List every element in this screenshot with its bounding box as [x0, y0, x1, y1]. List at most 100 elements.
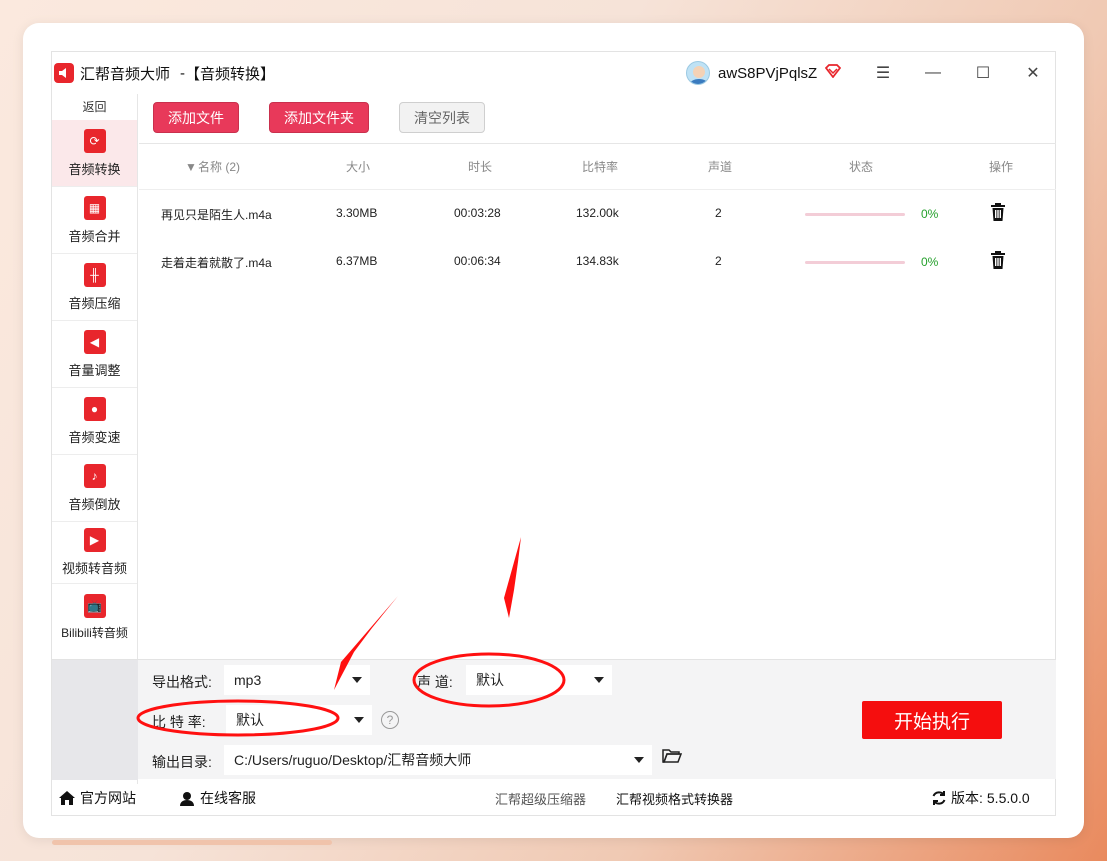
chevron-down-icon — [634, 757, 644, 763]
channel-select[interactable]: 默认 — [466, 665, 612, 695]
video-converter-link[interactable]: 汇帮视频格式转换器 — [616, 789, 733, 808]
column-header-channel: 声道 — [708, 160, 733, 174]
output-label: 输出目录: — [152, 754, 212, 770]
official-website-link[interactable]: 官方网站 — [58, 788, 136, 808]
close-icon[interactable]: ✕ — [1019, 60, 1047, 86]
format-select[interactable]: mp3 — [224, 665, 370, 695]
app-name: 汇帮音频大师 — [80, 65, 171, 83]
file-name: 再见只是陌生人.m4a — [161, 208, 272, 222]
progress-bar — [805, 261, 905, 264]
sidebar-item-bilibili[interactable]: 📺 Bilibili转音频 — [52, 584, 137, 651]
volume-adjust-icon: ◀ — [83, 329, 106, 354]
settings-left-gutter — [52, 660, 138, 780]
channel-value: 默认 — [476, 672, 504, 688]
file-channel: 2 — [715, 206, 722, 220]
column-header-name[interactable]: 名称 (2) — [198, 158, 240, 175]
chevron-down-icon — [354, 717, 364, 723]
online-service-link[interactable]: 在线客服 — [178, 788, 256, 808]
column-header-bitrate: 比特率 — [582, 160, 619, 174]
progress-percent: 0% — [921, 207, 939, 221]
refresh-icon — [932, 791, 946, 805]
sidebar-item-label: Bilibili转音频 — [61, 626, 128, 640]
file-bitrate: 132.00k — [576, 206, 619, 220]
sidebar-item-label: 音频合并 — [68, 228, 121, 244]
home-icon — [59, 791, 75, 805]
headset-icon — [180, 792, 194, 806]
menu-icon[interactable]: ☰ — [869, 60, 897, 86]
speaker-logo-icon — [54, 63, 74, 83]
bilibili-icon: 📺 — [83, 594, 106, 618]
back-button[interactable]: 返回 — [52, 94, 137, 120]
column-header-duration: 时长 — [468, 160, 493, 174]
sidebar-item-label: 音频压缩 — [68, 295, 121, 311]
bitrate-value: 默认 — [236, 712, 264, 728]
add-file-button[interactable]: 添加文件 — [153, 102, 239, 133]
diamond-vip-icon[interactable] — [825, 63, 842, 83]
column-header-status: 状态 — [849, 160, 874, 174]
format-value: mp3 — [234, 672, 262, 688]
sidebar-item-label: 音量调整 — [68, 362, 121, 378]
progress-bar — [805, 213, 905, 216]
bitrate-label: 比 特 率: — [152, 714, 206, 730]
table-row[interactable]: 走着走着就散了.m4a 6.37MB 00:06:34 134.83k 2 0% — [139, 238, 1056, 286]
format-label: 导出格式: — [152, 674, 212, 690]
sidebar-item-volume-adjust[interactable]: ◀ 音量调整 — [52, 321, 137, 388]
progress-percent: 0% — [921, 255, 939, 269]
start-button[interactable]: 开始执行 — [862, 701, 1002, 739]
column-header-action: 操作 — [989, 160, 1014, 174]
sort-arrow-icon[interactable]: ▼ — [185, 160, 197, 174]
file-name: 走着走着就散了.m4a — [161, 256, 272, 270]
online-service-label: 在线客服 — [200, 790, 256, 806]
maximize-icon[interactable]: ☐ — [969, 60, 997, 86]
folder-open-icon[interactable] — [662, 748, 683, 769]
file-channel: 2 — [715, 254, 722, 268]
sidebar-item-audio-speed[interactable]: ● 音频变速 — [52, 388, 137, 455]
compressor-link[interactable]: 汇帮超级压缩器 — [495, 789, 586, 808]
user-area[interactable]: awS8PVjPqlsZ — [686, 61, 842, 85]
username[interactable]: awS8PVjPqlsZ — [718, 65, 817, 82]
file-size: 6.37MB — [336, 254, 378, 268]
channel-label: 声 道: — [417, 674, 453, 690]
audio-reverse-icon: ♪ — [83, 463, 106, 488]
clear-list-button[interactable]: 清空列表 — [399, 102, 485, 133]
trash-icon[interactable] — [990, 203, 1006, 226]
output-dir-value: C:/Users/ruguo/Desktop/汇帮音频大师 — [234, 752, 472, 768]
file-duration: 00:03:28 — [454, 206, 501, 220]
audio-merge-icon: ▦ — [83, 195, 106, 220]
output-dir-select[interactable]: C:/Users/ruguo/Desktop/汇帮音频大师 — [224, 745, 652, 775]
sidebar-item-audio-reverse[interactable]: ♪ 音频倒放 — [52, 455, 137, 522]
column-header-size: 大小 — [346, 160, 371, 174]
help-icon[interactable]: ? — [381, 711, 399, 729]
add-folder-button[interactable]: 添加文件夹 — [269, 102, 369, 133]
chevron-down-icon — [594, 677, 604, 683]
table-row[interactable]: 再见只是陌生人.m4a 3.30MB 00:03:28 132.00k 2 0% — [139, 190, 1056, 238]
sidebar-item-label: 音频转换 — [68, 161, 121, 177]
status-bar: 官方网站 在线客服 汇帮超级压缩器 汇帮视频格式转换器 版本: 5.5.0.0 — [52, 779, 1056, 817]
toolbar: 添加文件 添加文件夹 清空列表 — [139, 94, 1056, 144]
bitrate-select[interactable]: 默认 — [226, 705, 372, 735]
horizontal-scrollbar[interactable] — [52, 840, 332, 845]
file-bitrate: 134.83k — [576, 254, 619, 268]
title-bar: 汇帮音频大师 - 【音频转换】 — [52, 52, 1057, 94]
sidebar-item-label: 视频转音频 — [61, 561, 127, 576]
settings-panel: 导出格式: mp3 声 道: 默认 比 特 率: 默认 ? 输出目录: C:/U… — [52, 659, 1056, 780]
sidebar-item-label: 音频变速 — [68, 429, 121, 445]
sidebar-item-label: 音频倒放 — [68, 496, 121, 512]
file-table: ▼ 名称 (2) 大小 时长 比特率 声道 状态 操作 再见只是陌生人.m4a … — [139, 144, 1056, 659]
version-info[interactable]: 版本: 5.5.0.0 — [931, 788, 1030, 808]
file-size: 3.30MB — [336, 206, 378, 220]
sidebar-item-audio-convert[interactable]: ⟳ 音频转换 — [52, 120, 137, 187]
sidebar-item-audio-merge[interactable]: ▦ 音频合并 — [52, 187, 137, 254]
trash-icon[interactable] — [990, 251, 1006, 274]
app-window: 汇帮音频大师 - 【音频转换】 awS8PVjPqlsZ ☰ — ☐ ✕ 返回 … — [51, 51, 1056, 816]
audio-compress-icon: ╫ — [83, 262, 106, 287]
audio-speed-icon: ● — [83, 396, 106, 421]
version-label: 版本: — [951, 790, 983, 806]
chevron-down-icon — [352, 677, 362, 683]
sidebar-item-video-to-audio[interactable]: ▶ 视频转音频 — [52, 522, 137, 584]
module-title: 【音频转换】 — [185, 65, 276, 83]
minimize-icon[interactable]: — — [919, 60, 947, 86]
file-duration: 00:06:34 — [454, 254, 501, 268]
avatar[interactable] — [686, 61, 710, 85]
sidebar-item-audio-compress[interactable]: ╫ 音频压缩 — [52, 254, 137, 321]
